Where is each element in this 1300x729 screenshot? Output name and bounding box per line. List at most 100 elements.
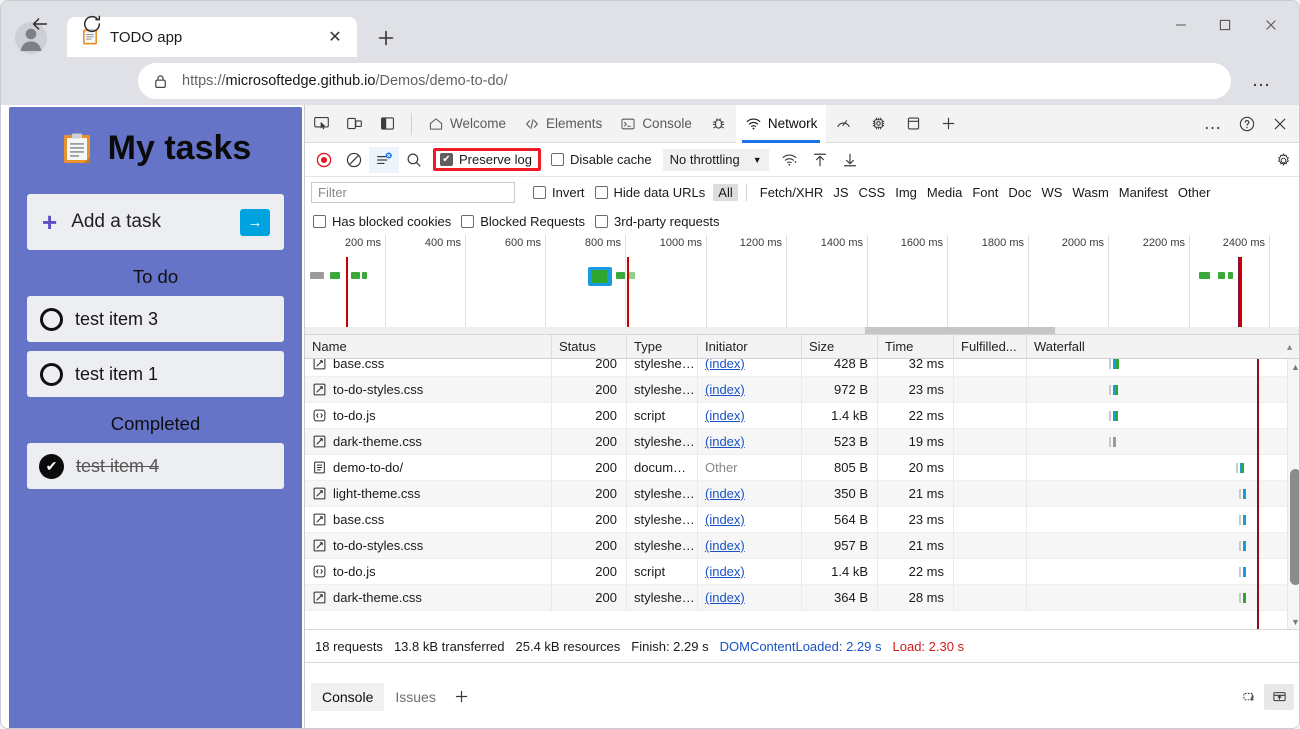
tab-network[interactable]: Network: [735, 104, 827, 143]
table-row[interactable]: demo-to-do/ 200 docum… Other 805 B 20 ms: [305, 454, 1299, 481]
tab-console[interactable]: Console: [611, 105, 701, 143]
filter-icon[interactable]: [369, 146, 399, 173]
type-filter-media[interactable]: Media: [922, 184, 967, 201]
third-party-requests-group[interactable]: 3rd-party requests: [595, 214, 720, 229]
list-item[interactable]: test item 1: [27, 351, 284, 397]
type-filter-other[interactable]: Other: [1173, 184, 1216, 201]
task-checkbox-checked[interactable]: ✔: [39, 453, 64, 479]
tab-memory[interactable]: [861, 105, 896, 143]
window-close-button[interactable]: [1249, 9, 1293, 41]
request-initiator[interactable]: (index): [705, 564, 745, 579]
column-header-initiator[interactable]: Initiator: [698, 334, 802, 359]
browser-tab[interactable]: TODO app ✕: [67, 17, 357, 57]
type-filter-ws[interactable]: WS: [1036, 184, 1067, 201]
add-task-submit-button[interactable]: →: [240, 208, 270, 236]
type-filter-all[interactable]: All: [713, 183, 738, 201]
table-row[interactable]: base.css 200 styleshe… (index) 428 B 32 …: [305, 359, 1299, 377]
export-har-icon[interactable]: [835, 147, 865, 173]
type-filter-css[interactable]: CSS: [854, 184, 891, 201]
restore-drawer-icon[interactable]: [1234, 684, 1264, 710]
request-initiator[interactable]: (index): [705, 382, 745, 397]
request-initiator[interactable]: (index): [705, 590, 745, 605]
type-filter-doc[interactable]: Doc: [1003, 184, 1036, 201]
device-toolbar-icon[interactable]: [338, 109, 371, 139]
address-bar[interactable]: https://microsoftedge.github.io/Demos/de…: [138, 63, 1231, 99]
type-filter-img[interactable]: Img: [890, 184, 922, 201]
table-vertical-scrollbar[interactable]: ▲ ▼: [1287, 359, 1299, 629]
column-header-type[interactable]: Type: [627, 334, 698, 359]
clear-icon[interactable]: [339, 147, 369, 173]
back-button[interactable]: [22, 6, 58, 42]
search-icon[interactable]: [399, 147, 429, 173]
close-icon[interactable]: ✕: [322, 24, 348, 50]
drawer-tab-console[interactable]: Console: [311, 682, 385, 711]
scroll-up-icon[interactable]: ▲: [1288, 359, 1299, 374]
type-filter-fetch-xhr[interactable]: Fetch/XHR: [755, 184, 829, 201]
gear-icon[interactable]: [1270, 147, 1296, 173]
type-filter-wasm[interactable]: Wasm: [1067, 184, 1113, 201]
invert-checkbox-group[interactable]: Invert: [533, 185, 585, 200]
record-icon[interactable]: [309, 147, 339, 173]
window-maximize-button[interactable]: [1203, 9, 1247, 41]
request-initiator[interactable]: (index): [705, 359, 745, 371]
request-initiator[interactable]: (index): [705, 434, 745, 449]
filter-input[interactable]: Filter: [311, 181, 515, 203]
table-row[interactable]: dark-theme.css 200 styleshe… (index) 523…: [305, 428, 1299, 455]
column-header-name[interactable]: Name: [305, 334, 552, 359]
type-filter-manifest[interactable]: Manifest: [1114, 184, 1173, 201]
has-blocked-cookies-group[interactable]: Has blocked cookies: [313, 214, 451, 229]
column-header-size[interactable]: Size: [802, 334, 878, 359]
blocked-requests-group[interactable]: Blocked Requests: [461, 214, 585, 229]
blocked-requests-checkbox[interactable]: [461, 214, 475, 228]
reload-button[interactable]: [74, 6, 110, 42]
task-checkbox[interactable]: [40, 307, 63, 331]
has-blocked-cookies-checkbox[interactable]: [313, 214, 326, 228]
table-row[interactable]: to-do.js 200 script (index) 1.4 kB 22 ms: [305, 558, 1299, 585]
tab-performance[interactable]: [826, 105, 861, 143]
dock-drawer-icon[interactable]: [1264, 683, 1294, 710]
request-initiator[interactable]: (index): [705, 486, 745, 501]
request-initiator[interactable]: (index): [705, 512, 745, 527]
hide-data-urls-checkbox-group[interactable]: Hide data URLs: [594, 185, 705, 200]
network-conditions-icon[interactable]: [775, 147, 805, 173]
table-row[interactable]: base.css 200 styleshe… (index) 564 B 23 …: [305, 506, 1299, 533]
scrollbar-thumb[interactable]: [865, 327, 1055, 334]
column-header-fulfilled[interactable]: Fulfilled...: [954, 334, 1027, 359]
table-row[interactable]: dark-theme.css 200 styleshe… (index) 364…: [305, 584, 1299, 611]
devtools-more-icon[interactable]: …: [1197, 109, 1230, 139]
drawer-add-tab-button[interactable]: [447, 684, 477, 710]
list-item[interactable]: test item 3: [27, 296, 284, 342]
invert-checkbox[interactable]: [533, 185, 546, 199]
import-har-icon[interactable]: [805, 147, 835, 173]
new-tab-button[interactable]: [372, 24, 400, 52]
tab-sources-debugger[interactable]: [701, 105, 736, 143]
overview-horizontal-scrollbar[interactable]: [305, 327, 1299, 334]
devtools-close-icon[interactable]: [1263, 109, 1296, 139]
scrollbar-thumb[interactable]: [1290, 469, 1299, 585]
hide-data-urls-checkbox[interactable]: [594, 185, 608, 199]
type-filter-js[interactable]: JS: [828, 184, 853, 201]
scroll-down-icon[interactable]: ▼: [1288, 614, 1299, 629]
inspect-icon[interactable]: [305, 109, 338, 139]
request-initiator[interactable]: (index): [705, 408, 745, 423]
tab-application[interactable]: [896, 105, 931, 143]
third-party-requests-checkbox[interactable]: [595, 214, 609, 228]
request-initiator[interactable]: (index): [705, 538, 745, 553]
browser-more-button[interactable]: …: [1246, 65, 1278, 97]
tab-welcome[interactable]: Welcome: [419, 105, 515, 143]
dock-side-icon[interactable]: [371, 109, 404, 139]
table-row[interactable]: light-theme.css 200 styleshe… (index) 35…: [305, 480, 1299, 507]
help-icon[interactable]: [1230, 109, 1263, 139]
disable-cache-checkbox-group[interactable]: Disable cache: [550, 152, 652, 167]
add-task-input[interactable]: + Add a task →: [27, 194, 284, 250]
network-overview-timeline[interactable]: 200 ms 400 ms 600 ms 800 ms 1000 ms 1200…: [305, 235, 1299, 335]
throttling-dropdown[interactable]: No throttling ▼: [662, 148, 769, 171]
sort-ascending-icon[interactable]: ▲: [1285, 342, 1294, 352]
preserve-log-checkbox[interactable]: ✔: [440, 153, 453, 166]
tab-elements[interactable]: Elements: [515, 105, 611, 143]
devtools-add-tab-button[interactable]: [931, 105, 966, 143]
task-checkbox[interactable]: [40, 362, 63, 386]
disable-cache-checkbox[interactable]: [550, 153, 564, 166]
table-row[interactable]: to-do-styles.css 200 styleshe… (index) 9…: [305, 532, 1299, 559]
drawer-tab-issues[interactable]: Issues: [384, 683, 446, 711]
